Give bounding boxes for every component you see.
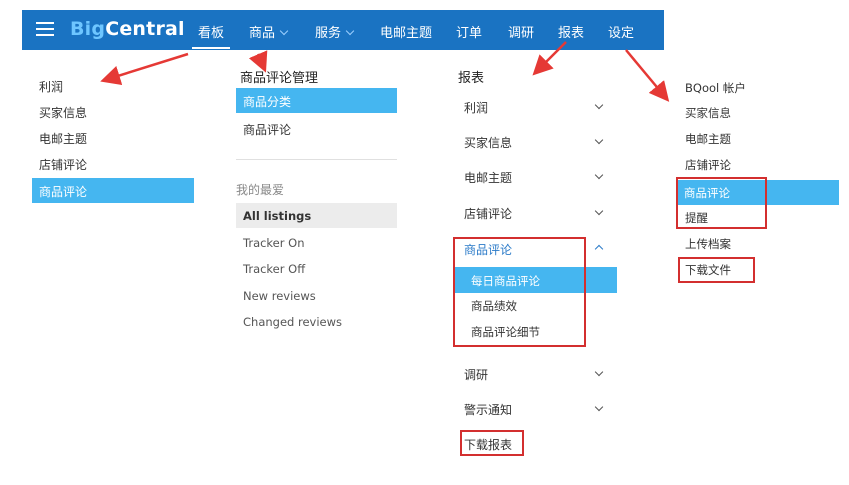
arrow-products (248, 50, 268, 73)
annotation-arrows (100, 41, 670, 102)
arrow-dashboard (100, 52, 189, 86)
arrow-settings (625, 49, 670, 102)
arrow-reports (532, 41, 567, 76)
